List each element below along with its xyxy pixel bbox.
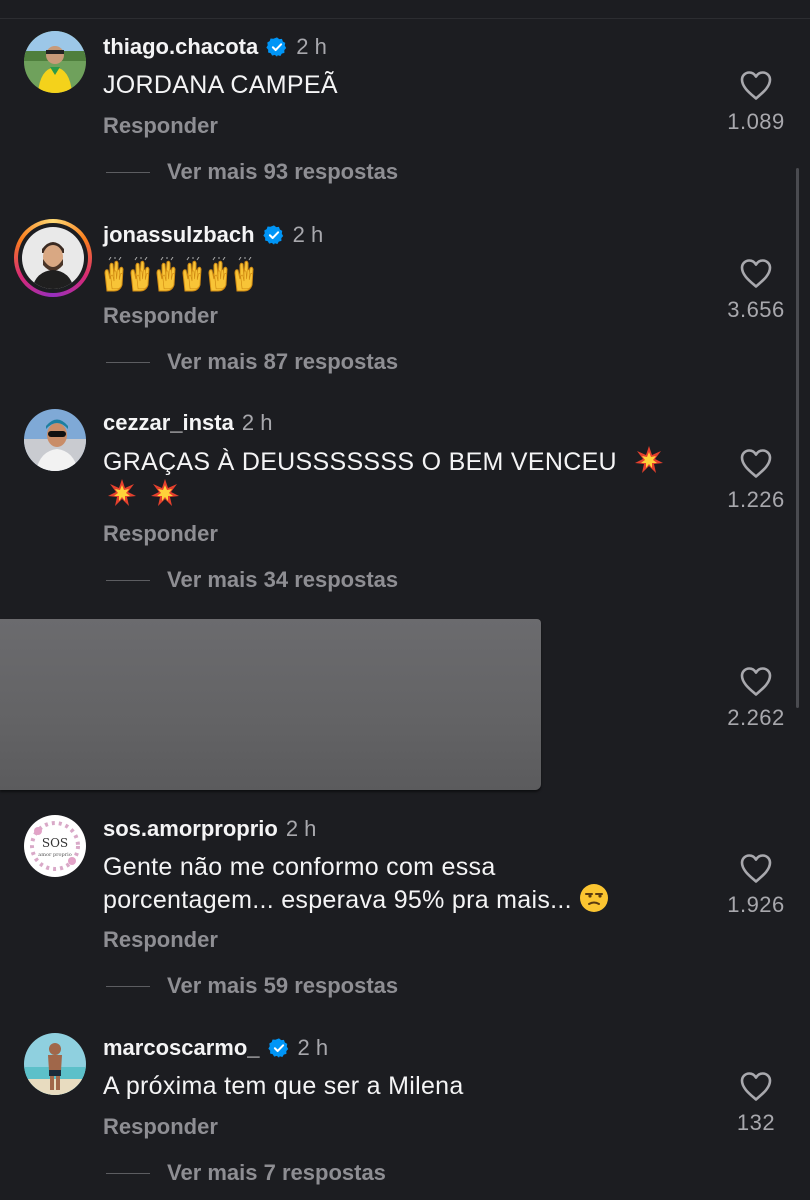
view-more-replies-button[interactable]: Ver mais 93 respostas xyxy=(106,157,398,187)
like-count: 3.656 xyxy=(727,297,785,322)
timestamp: 2 h xyxy=(285,816,317,841)
username[interactable]: cezzar_insta xyxy=(103,408,234,438)
timestamp: 2 h xyxy=(292,222,324,247)
collision-emoji xyxy=(150,478,180,508)
heart-icon[interactable] xyxy=(739,69,773,101)
replies-divider xyxy=(106,985,150,987)
avatar-logo-subtext: amor proprio xyxy=(38,852,72,858)
raising-hands-emoji xyxy=(104,255,254,292)
comment-text: Gente não me conformo com essa porcentag… xyxy=(103,851,693,916)
comment-text-line2: porcentagem... esperava 95% pra mais... xyxy=(103,886,572,914)
like-count: 2.262 xyxy=(727,705,785,730)
heart-icon[interactable] xyxy=(739,852,773,884)
avatar xyxy=(22,227,84,289)
username[interactable]: thiago.chacota xyxy=(103,32,258,62)
avatar-logo-text: SOS xyxy=(42,836,68,850)
view-more-replies-button[interactable]: Ver mais 7 respostas xyxy=(106,1158,386,1188)
heart-icon[interactable] xyxy=(739,665,773,697)
replies-divider xyxy=(106,361,150,363)
view-more-replies-button[interactable]: Ver mais 59 respostas xyxy=(106,971,398,1001)
like-count: 1.089 xyxy=(727,109,785,134)
avatar[interactable] xyxy=(24,1033,86,1095)
timestamp: 2 h xyxy=(297,1035,329,1060)
reply-button[interactable]: Responder xyxy=(103,303,218,329)
like-count: 1.226 xyxy=(727,487,785,512)
verified-badge-icon xyxy=(262,224,285,246)
comment-text-line1: Gente não me conformo com essa xyxy=(103,853,496,881)
top-divider xyxy=(0,18,810,19)
reply-button[interactable]: Responder xyxy=(103,521,218,547)
view-more-replies-label: Ver mais 87 respostas xyxy=(167,349,399,374)
view-more-replies-label: Ver mais 59 respostas xyxy=(167,973,399,998)
comment-header: jonassulzbach 2 h xyxy=(103,220,323,250)
comment-text: GRAÇAS À DEUSSSSSSS O BEM VENCEU xyxy=(103,445,693,511)
avatar[interactable] xyxy=(24,409,86,471)
view-more-replies-button[interactable]: Ver mais 87 respostas xyxy=(106,347,398,377)
redacted-block xyxy=(0,619,541,790)
avatar[interactable] xyxy=(24,31,86,93)
collision-emoji xyxy=(107,478,137,508)
heart-icon[interactable] xyxy=(739,1070,773,1102)
comment-text: JORDANA CAMPEÃ xyxy=(103,71,338,99)
timestamp: 2 h xyxy=(296,34,327,59)
scrollbar[interactable] xyxy=(796,168,799,708)
comment-header: marcoscarmo_ 2 h xyxy=(103,1033,328,1063)
verified-badge-icon xyxy=(266,36,288,58)
like-group: 1.926 xyxy=(720,852,792,918)
comment-text: A próxima tem que ser a Milena xyxy=(103,1072,464,1100)
view-more-replies-button[interactable]: Ver mais 34 respostas xyxy=(106,565,398,595)
like-group: 2.262 xyxy=(720,665,792,731)
like-count: 1.926 xyxy=(727,892,785,917)
reply-button[interactable]: Responder xyxy=(103,1114,218,1140)
like-group: 132 xyxy=(720,1070,792,1136)
unamused-face-emoji xyxy=(579,883,609,913)
replies-divider xyxy=(106,171,150,173)
like-group: 1.089 xyxy=(720,69,792,135)
like-group: 3.656 xyxy=(720,257,792,323)
heart-icon[interactable] xyxy=(739,447,773,479)
comment-text-emoji xyxy=(103,255,693,301)
comment-header: sos.amorproprio 2 h xyxy=(103,814,316,844)
view-more-replies-label: Ver mais 7 respostas xyxy=(167,1160,386,1185)
avatar[interactable]: SOS amor proprio xyxy=(24,815,86,877)
comment-text-content: GRAÇAS À DEUSSSSSSS O BEM VENCEU xyxy=(103,448,617,476)
avatar-story-ring[interactable] xyxy=(14,219,92,297)
view-more-replies-label: Ver mais 93 respostas xyxy=(167,159,399,184)
like-group: 1.226 xyxy=(720,447,792,513)
timestamp: 2 h xyxy=(241,410,273,435)
reply-button[interactable]: Responder xyxy=(103,113,218,139)
username[interactable]: marcoscarmo_ xyxy=(103,1033,260,1063)
username[interactable]: jonassulzbach xyxy=(103,220,255,250)
reply-button[interactable]: Responder xyxy=(103,927,218,953)
collision-emoji xyxy=(634,445,664,475)
like-count: 132 xyxy=(736,1110,776,1135)
comment-header: thiago.chacota 2 h xyxy=(103,32,327,62)
heart-icon[interactable] xyxy=(739,257,773,289)
username[interactable]: sos.amorproprio xyxy=(103,814,278,844)
replies-divider xyxy=(106,579,150,581)
replies-divider xyxy=(106,1172,150,1174)
view-more-replies-label: Ver mais 34 respostas xyxy=(167,567,399,592)
verified-badge-icon xyxy=(267,1037,290,1059)
comment-header: cezzar_insta 2 h xyxy=(103,408,272,438)
